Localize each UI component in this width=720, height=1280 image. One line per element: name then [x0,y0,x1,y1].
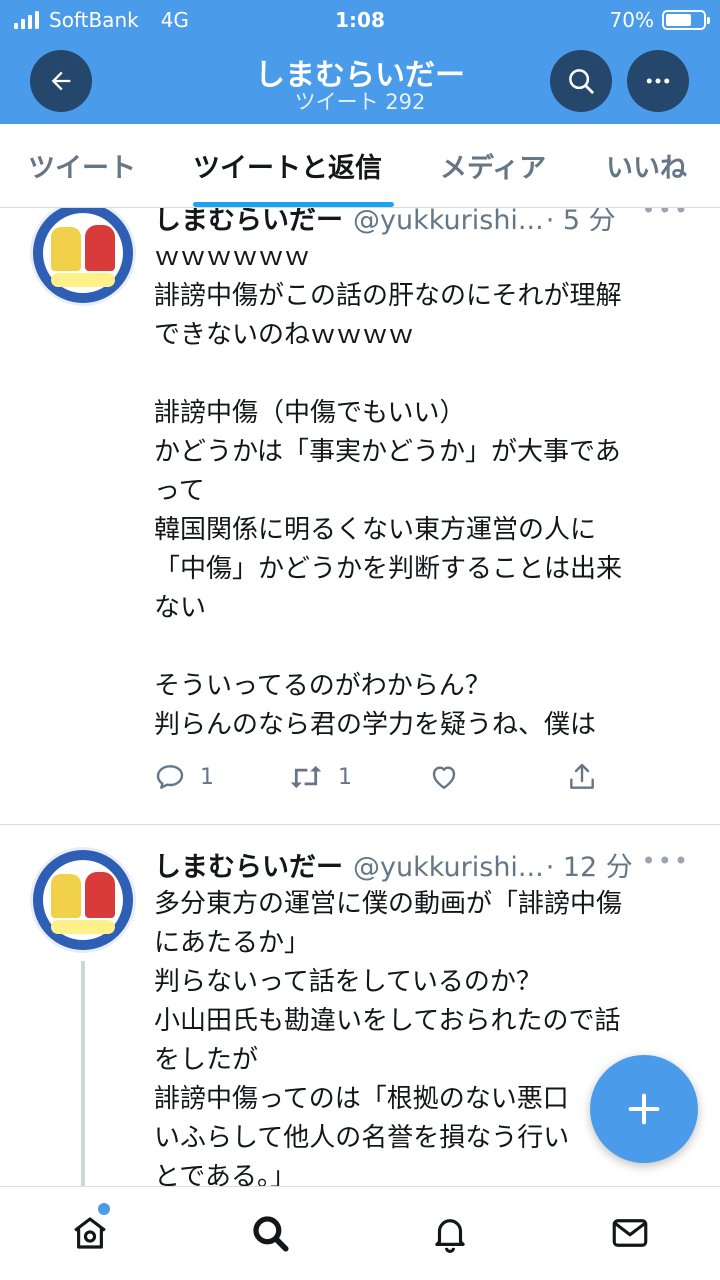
active-tab-indicator [193,202,394,207]
tab-tweets-and-replies[interactable]: ツイートと返信 [193,146,382,185]
tweet-more-button[interactable]: ••• [642,208,690,224]
tweet-line: 多分東方の運営に僕の動画が「誹謗中傷 [154,889,623,919]
bottom-nav [0,1186,720,1280]
more-horizontal-icon [646,78,670,84]
share-button[interactable] [566,761,598,793]
tweet-actions: 1 1 [154,761,624,801]
tweet-count: ツイート 292 [294,90,426,114]
search-icon [253,1216,289,1252]
avatar[interactable] [30,847,136,953]
battery-percent: 70% [609,8,654,32]
tweet-header: しまむらいだー @yukkurishi... · 12 分 [154,845,690,884]
compose-button[interactable] [590,1055,698,1163]
tweet-text: ｗｗｗｗｗｗ 誹謗中傷がこの話の肝なのにそれが理解 できないのねｗｗｗｗ 誹謗中… [154,238,694,745]
home-icon [74,1217,106,1249]
top-bar: SoftBank 4G 1:08 70% しまむらいだー ツイート 292 [0,0,720,124]
tweet-line: 誹謗中傷（中傷でもいい） [154,398,466,428]
retweet-icon [290,765,322,789]
reply-icon [156,765,184,789]
reply-count: 1 [200,764,214,790]
tweet-line: とである。」 [154,1162,296,1186]
battery-icon [662,10,710,30]
tweet-line: 判らないって話をしているのか？ [154,967,542,997]
nav-explore[interactable] [248,1211,292,1255]
profile-tabs: ツイート ツイートと返信 メディア いいね [0,124,720,208]
tweet-line: できないのねｗｗｗｗ [154,320,415,350]
tweet-line: 判らんのなら君の学力を疑うね、僕は [154,710,597,740]
like-button[interactable] [428,761,460,793]
battery-fill [666,14,692,26]
tweet-item[interactable]: しまむらいだー @yukkurishi... · 5 分 ••• ｗｗｗｗｗｗ … [0,208,720,824]
more-button[interactable] [627,50,689,112]
status-bar: SoftBank 4G 1:08 70% [0,0,720,40]
tweet-line: 小山田氏も勘違いをしておられたので話 [154,1006,621,1036]
nav-messages[interactable] [608,1211,652,1255]
tweet-line: 韓国関係に明るくない東方運営の人に [154,515,597,545]
share-icon [570,763,594,789]
tweet-header: しまむらいだー @yukkurishi... · 5 分 [154,208,690,237]
tweet-time: · 12 分 [545,852,633,883]
tweet-line: 「中傷」かどうかを判断することは出来 [154,554,623,584]
tweet-author-handle[interactable]: @yukkurishi... [353,852,544,883]
heart-icon [432,766,456,789]
tweet-more-button[interactable]: ••• [642,847,690,875]
status-right: 70% [609,8,710,32]
home-unread-dot [98,1203,110,1215]
retweet-button[interactable]: 1 [288,761,352,793]
tweet-line [154,355,694,394]
tweet-author-handle[interactable]: @yukkurishi... [353,208,544,236]
nav-home[interactable] [68,1211,112,1255]
search-button[interactable] [550,50,612,112]
bell-icon [435,1219,465,1253]
search-icon [569,69,594,94]
tweet-line: かどうかは「事実かどうか」が大事であ [154,437,621,467]
nav-notifications[interactable] [428,1211,472,1255]
tweet-line [154,628,694,667]
tweet-line: にあたるか」 [154,928,311,958]
thread-connector [81,961,85,1186]
tweet-line: って [154,476,205,506]
avatar[interactable] [30,208,136,306]
tab-media[interactable]: メディア [440,146,546,185]
tweet-line: ｗｗｗｗｗｗ [154,242,311,272]
mail-icon [612,1219,648,1247]
tab-tweets[interactable]: ツイート [28,146,136,185]
tweet-feed[interactable]: しまむらいだー @yukkurishi... · 5 分 ••• ｗｗｗｗｗｗ … [0,208,720,1186]
retweet-count: 1 [338,764,352,790]
tweet-author-name[interactable]: しまむらいだー [154,845,343,884]
tweet-line: 誹謗中傷がこの話の肝なのにそれが理解 [154,281,622,311]
tweet-time: · 5 分 [545,208,616,236]
plus-icon [628,1093,660,1125]
tweet-line: そういってるのがわからん？ [154,671,491,701]
reply-button[interactable]: 1 [154,761,214,793]
tab-likes[interactable]: いいね [606,146,687,185]
tweet-author-name[interactable]: しまむらいだー [154,208,343,237]
tweet-line: ない [154,593,207,623]
